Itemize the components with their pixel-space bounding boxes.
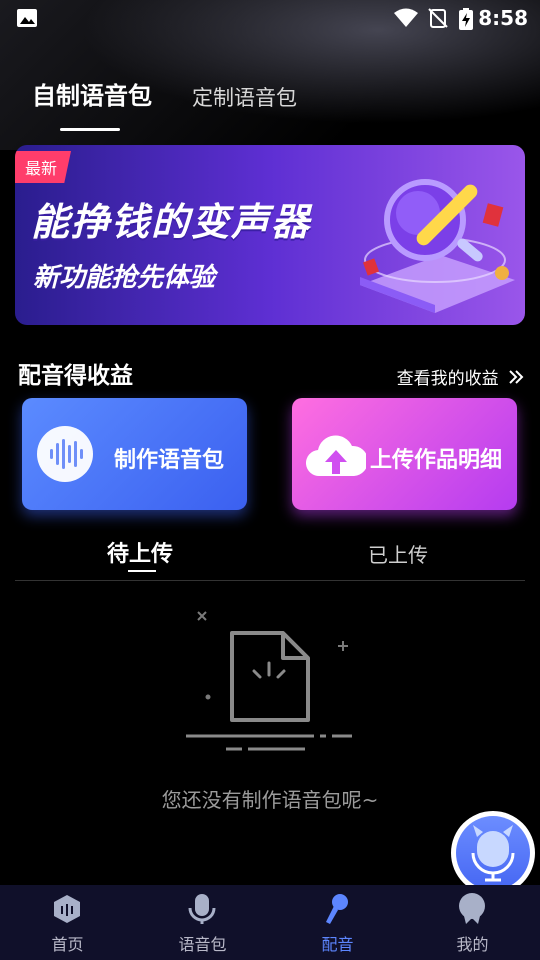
mascot-mic-icon [465, 823, 521, 887]
battery-charging-icon [458, 8, 474, 34]
make-voice-pack-label: 制作语音包 [114, 448, 225, 473]
new-badge: 最新 [15, 151, 72, 183]
microphone-icon [186, 892, 218, 930]
no-signal-icon [428, 8, 448, 32]
upload-details-label: 上传作品明细 [370, 448, 503, 473]
status-bar: 8:58 [0, 0, 540, 36]
banner-title: 能挣钱的变声器 [31, 200, 312, 244]
bottom-nav: 首页 语音包 配音 我的 [0, 885, 540, 960]
home-icon [51, 893, 83, 929]
divider [15, 580, 525, 581]
nav-item-voice-pack[interactable]: 语音包 [135, 885, 270, 960]
tab-indicator [60, 128, 120, 131]
tab-custom-voice-pack[interactable]: 定制语音包 [192, 82, 297, 112]
nav-label-voice-pack: 语音包 [178, 935, 227, 954]
promo-banner[interactable]: 最新 能挣钱的变声器 新功能抢先体验 [15, 145, 525, 325]
upload-details-button[interactable]: 上传作品明细 [292, 398, 517, 510]
dubbing-mic-icon [322, 892, 352, 930]
nav-item-home[interactable]: 首页 [0, 885, 135, 960]
profile-icon [455, 892, 489, 930]
banner-subtitle: 新功能抢先体验 [33, 263, 216, 293]
tab-uploaded[interactable]: 已上传 [368, 539, 428, 568]
empty-state-message: 您还没有制作语音包呢~ [161, 788, 379, 812]
tab-self-made-voice-pack[interactable]: 自制语音包 [32, 76, 152, 111]
double-chevron-right-icon [508, 369, 524, 389]
wifi-icon [393, 8, 419, 32]
sound-wave-icon [37, 426, 93, 486]
floating-record-button[interactable] [451, 811, 535, 895]
nav-item-mine[interactable]: 我的 [405, 885, 540, 960]
status-time: 8:58 [478, 6, 528, 30]
view-earnings-link[interactable]: 查看我的收益 [397, 364, 524, 389]
tab-pending-upload[interactable]: 待上传 [107, 536, 173, 568]
nav-label-mine: 我的 [456, 935, 489, 954]
subtab-indicator [128, 570, 156, 572]
view-earnings-label: 查看我的收益 [396, 369, 499, 389]
nav-label-dubbing: 配音 [321, 935, 354, 954]
section-title: 配音得收益 [18, 363, 133, 389]
image-icon [16, 8, 38, 32]
nav-label-home: 首页 [51, 935, 84, 954]
make-voice-pack-button[interactable]: 制作语音包 [22, 398, 247, 510]
magnifier-illustration [340, 165, 520, 319]
cloud-upload-icon [305, 428, 369, 484]
nav-item-dubbing[interactable]: 配音 [270, 885, 405, 960]
empty-file-illustration [180, 605, 360, 759]
